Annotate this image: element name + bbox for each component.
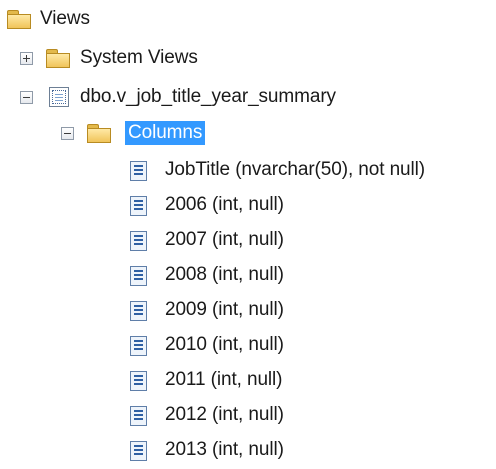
column-icon xyxy=(130,336,147,356)
column-label: 2008 (int, null) xyxy=(165,264,284,285)
collapse-minus-icon[interactable] xyxy=(20,91,33,104)
column-label: 2013 (int, null) xyxy=(165,439,284,460)
column-icon xyxy=(130,196,147,216)
object-explorer-tree: Views System Views dbo.v_job_title_year_… xyxy=(0,0,496,469)
column-label: 2007 (int, null) xyxy=(165,229,284,250)
tree-node-label: Views xyxy=(40,8,90,29)
column-icon xyxy=(130,161,147,181)
column-icon xyxy=(130,371,147,391)
collapse-minus-icon[interactable] xyxy=(61,127,74,140)
column-label: 2009 (int, null) xyxy=(165,299,284,320)
column-label: 2012 (int, null) xyxy=(165,404,284,425)
column-icon xyxy=(130,266,147,286)
column-icon xyxy=(130,301,147,321)
column-label: 2011 (int, null) xyxy=(165,369,283,390)
column-icon xyxy=(130,441,147,461)
column-label: 2010 (int, null) xyxy=(165,334,284,355)
column-icon xyxy=(130,231,147,251)
column-label: 2006 (int, null) xyxy=(165,194,284,215)
tree-node-label: dbo.v_job_title_year_summary xyxy=(80,86,336,107)
tree-node-label-selected: Columns xyxy=(125,121,206,145)
view-icon xyxy=(49,87,69,107)
folder-icon xyxy=(86,123,112,143)
column-icon xyxy=(130,406,147,426)
folder-icon xyxy=(45,48,71,68)
folder-icon xyxy=(6,9,32,29)
expand-plus-icon[interactable] xyxy=(20,52,33,65)
column-label: JobTitle (nvarchar(50), not null) xyxy=(165,159,425,180)
tree-node-label: System Views xyxy=(80,47,198,68)
